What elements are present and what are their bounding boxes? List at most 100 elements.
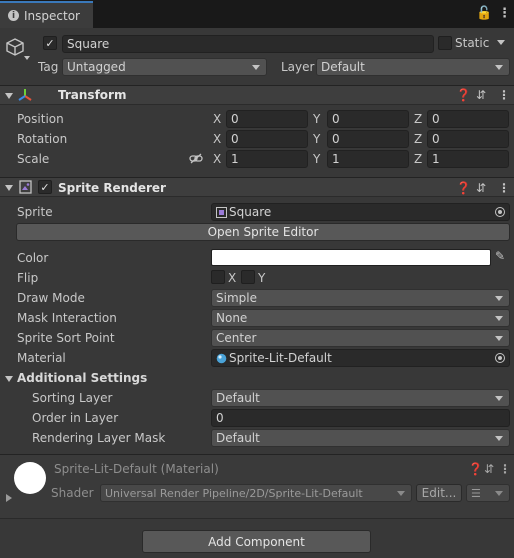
scale-y-label[interactable]: Y [313,152,320,166]
sprite-renderer-menu-icon[interactable]: ⋮ [498,181,510,195]
rotation-label: Rotation [17,132,68,146]
material-value: Sprite-Lit-Default [229,351,332,365]
material-help-icon[interactable]: ❓ [468,462,483,476]
add-component-button[interactable]: Add Component [142,530,371,553]
position-z-field[interactable]: 0 [427,110,509,128]
lock-icon[interactable]: 🔓 [476,6,492,21]
icon-dropdown-arrow[interactable] [24,56,30,60]
layer-dropdown[interactable]: Default [316,58,510,76]
sprite-renderer-help-icon[interactable]: ❓ [456,181,471,195]
static-checkbox[interactable] [438,36,452,50]
position-z-value: 0 [432,112,440,126]
order-in-layer-field[interactable]: 0 [211,409,510,427]
mask-interaction-label: Mask Interaction [17,311,117,325]
eyedropper-icon[interactable]: ✎ [495,249,505,263]
rotation-y-field[interactable]: 0 [327,130,409,148]
tab-title: Inspector [24,8,80,23]
layer-label: Layer [281,60,315,74]
color-label: Color [17,251,49,265]
tag-value: Untagged [67,60,126,74]
tab-inspector[interactable]: i Inspector [0,1,93,28]
material-menu-icon[interactable]: ⋮ [499,462,511,476]
material-title: Sprite-Lit-Default (Material) [54,462,219,476]
sprite-asset-icon [216,206,227,218]
rendering-layer-mask-value: Default [216,431,260,445]
tag-dropdown[interactable]: Untagged [62,58,267,76]
material-asset-icon [216,353,227,363]
scale-x-label[interactable]: X [213,152,221,166]
shader-edit-button[interactable]: Edit... [416,484,462,502]
material-object-field[interactable]: Sprite-Lit-Default [211,349,510,367]
position-y-field[interactable]: 0 [327,110,409,128]
static-label: Static [455,36,490,50]
sprite-renderer-presets-icon[interactable]: ⇵ [476,181,486,195]
active-checkbox[interactable]: ✓ [43,36,57,50]
shader-dropdown[interactable]: Universal Render Pipeline/2D/Sprite-Lit-… [100,484,412,502]
material-label: Material [17,351,66,365]
material-foldout-arrow[interactable] [6,494,12,502]
flip-x-checkbox[interactable] [211,270,225,284]
mask-interaction-dropdown[interactable]: None [211,309,510,327]
constrain-proportions-icon[interactable] [189,153,203,164]
rendering-layer-mask-label: Rendering Layer Mask [32,431,166,445]
material-object-picker-icon[interactable] [495,353,505,363]
transform-axis-icon [18,89,32,101]
sprite-object-picker-icon[interactable] [495,207,505,217]
sprite-renderer-icon [19,180,32,194]
order-in-layer-label: Order in Layer [32,411,119,425]
open-sprite-editor-button[interactable]: Open Sprite Editor [16,223,510,241]
sprite-sort-point-value: Center [216,331,257,345]
position-x-label[interactable]: X [213,112,221,126]
shader-options-dropdown[interactable]: ☰ [466,484,510,502]
flip-x-label: X [228,271,237,285]
sprite-renderer-foldout-arrow[interactable] [5,185,13,191]
position-z-label[interactable]: Z [414,112,422,126]
scale-z-field[interactable]: 1 [427,150,509,168]
scale-x-field[interactable]: 1 [226,150,308,168]
scale-y-field[interactable]: 1 [327,150,409,168]
draw-mode-dropdown[interactable]: Simple [211,289,510,307]
kebab-menu-icon[interactable]: ⋮ [498,6,511,21]
order-in-layer-value: 0 [216,411,224,425]
draw-mode-value: Simple [216,291,257,305]
material-presets-icon[interactable]: ⇵ [484,462,494,476]
position-x-field[interactable]: 0 [226,110,308,128]
additional-settings-foldout-arrow[interactable] [5,376,13,382]
sprite-sort-point-dropdown[interactable]: Center [211,329,510,347]
object-name-field[interactable]: Square [62,35,434,53]
sprite-value: Square [229,205,272,219]
rotation-y-label[interactable]: Y [313,132,320,146]
rotation-z-field[interactable]: 0 [427,130,509,148]
color-swatch[interactable] [211,249,491,266]
info-icon: i [8,10,19,21]
sprite-renderer-title: Sprite Renderer [58,181,166,195]
rotation-x-field[interactable]: 0 [226,130,308,148]
sorting-layer-value: Default [216,391,260,405]
transform-help-icon[interactable]: ❓ [456,88,471,102]
object-name: Square [67,37,110,51]
position-label: Position [17,112,64,126]
static-dropdown[interactable] [494,36,508,50]
position-y-label[interactable]: Y [313,112,320,126]
transform-presets-icon[interactable]: ⇵ [476,88,486,102]
additional-settings-label[interactable]: Additional Settings [17,371,147,385]
mask-interaction-value: None [216,311,248,325]
scale-x-value: 1 [231,152,239,166]
sprite-renderer-enabled-checkbox[interactable]: ✓ [38,180,52,194]
position-y-value: 0 [332,112,340,126]
transform-foldout-arrow[interactable] [5,93,13,99]
shader-value: Universal Render Pipeline/2D/Sprite-Lit-… [105,486,363,500]
transform-menu-icon[interactable]: ⋮ [498,88,510,102]
sorting-layer-dropdown[interactable]: Default [211,389,510,407]
rendering-layer-mask-dropdown[interactable]: Default [211,429,510,447]
sprite-object-field[interactable]: Square [211,203,510,221]
tag-label: Tag [38,60,59,74]
scale-y-value: 1 [332,152,340,166]
scale-z-label[interactable]: Z [414,152,422,166]
rotation-x-label[interactable]: X [213,132,221,146]
rotation-y-value: 0 [332,132,340,146]
rotation-z-label[interactable]: Z [414,132,422,146]
flip-y-checkbox[interactable] [241,270,255,284]
components-divider [0,518,514,519]
list-icon: ☰ [471,486,481,500]
